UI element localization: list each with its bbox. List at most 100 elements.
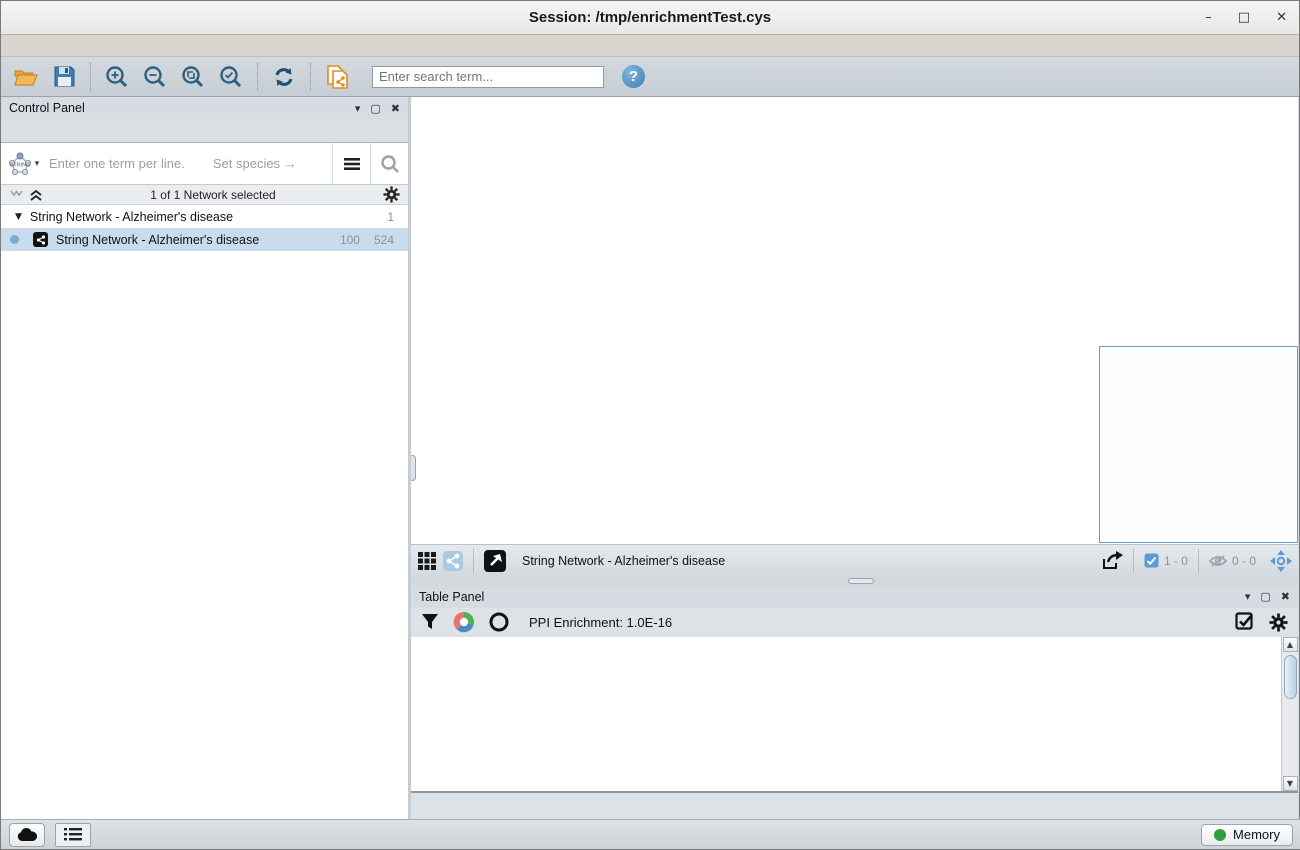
refresh-button[interactable] xyxy=(267,61,301,93)
scrollbar-thumb[interactable] xyxy=(1284,655,1297,699)
network-edge-count: 524 xyxy=(374,233,394,247)
string-query-placeholder[interactable]: Enter one term per line. xyxy=(49,156,185,171)
enrichment-toolbar: PPI Enrichment: 1.0E-16 xyxy=(411,608,1298,637)
open-folder-icon xyxy=(14,67,38,87)
list-icon xyxy=(64,828,82,841)
memory-status-dot xyxy=(1214,829,1226,841)
panel-splitter-grip[interactable] xyxy=(411,455,416,481)
tree-expander-icon[interactable]: ▼ xyxy=(15,212,22,222)
network-toolbar: String Network - Alzheimer's disease 1 -… xyxy=(411,544,1298,576)
help-button[interactable]: ? xyxy=(622,65,645,88)
question-mark-icon: ? xyxy=(629,68,638,85)
table-panel-title: Table Panel xyxy=(419,590,484,604)
status-bar: Memory xyxy=(1,819,1300,849)
birdseye-view[interactable] xyxy=(1099,346,1298,543)
export-network-icon[interactable] xyxy=(1101,551,1123,571)
toolbar-separator xyxy=(310,63,311,91)
memory-button[interactable]: Memory xyxy=(1201,824,1293,846)
main-toolbar: ? xyxy=(1,57,1299,97)
control-panel-header: Control Panel ▾ ▢ ✖ xyxy=(1,97,408,119)
task-history-button[interactable] xyxy=(9,823,45,847)
main-area: Control Panel ▾ ▢ ✖ STR xyxy=(1,97,1300,821)
memory-label: Memory xyxy=(1233,827,1280,842)
menu-bar xyxy=(1,35,1299,57)
string-logo-icon[interactable]: STRING ▾ xyxy=(1,151,45,177)
panel-float-icon[interactable]: ▢ xyxy=(1260,590,1270,603)
zoom-selected-button[interactable] xyxy=(214,61,248,93)
task-list-button[interactable] xyxy=(55,823,91,847)
import-network-button[interactable] xyxy=(320,61,354,93)
selection-count-label: 1 of 1 Network selected xyxy=(43,188,383,202)
svg-text:STRING: STRING xyxy=(10,162,30,168)
tree-empty-area xyxy=(1,251,408,821)
toolbar-separator xyxy=(1198,549,1199,573)
filter-icon[interactable] xyxy=(421,613,439,631)
chart-donut-icon[interactable] xyxy=(453,611,475,633)
chevron-down-icon: ▾ xyxy=(35,158,40,169)
enrichment-table xyxy=(411,637,1281,791)
string-query-bar: STRING ▾ Enter one term per line. Set sp… xyxy=(1,143,408,185)
network-node-count: 100 xyxy=(340,233,360,247)
collection-name: String Network - Alzheimer's disease xyxy=(30,210,233,224)
zoom-in-button[interactable] xyxy=(100,61,134,93)
settings-gear-icon[interactable] xyxy=(1269,613,1288,632)
splitter-grip[interactable] xyxy=(848,578,874,584)
expand-all-icon[interactable] xyxy=(29,189,43,201)
toolbar-separator xyxy=(473,549,474,573)
enrichment-table-body: ▲ ▼ xyxy=(411,637,1298,791)
remove-chart-icon[interactable] xyxy=(489,612,509,632)
table-panel: Table Panel ▾ ▢ ✖ PPI Enr xyxy=(411,586,1298,821)
import-network-icon xyxy=(324,64,350,90)
search-icon xyxy=(380,154,400,174)
hamburger-icon xyxy=(343,157,361,171)
table-tabs xyxy=(411,791,1298,821)
grid-mode-icon[interactable] xyxy=(417,551,437,571)
close-button[interactable]: ✕ xyxy=(1276,10,1287,25)
string-app-icon xyxy=(33,232,48,247)
collapse-all-icon[interactable] xyxy=(9,189,23,201)
network-canvas[interactable] xyxy=(411,97,1298,544)
network-collection-row[interactable]: ▼ String Network - Alzheimer's disease 1 xyxy=(1,205,408,228)
open-session-button[interactable] xyxy=(9,61,43,93)
selected-count-label: 1 - 0 xyxy=(1164,554,1188,568)
minimize-button[interactable]: – xyxy=(1205,10,1212,25)
search-input[interactable] xyxy=(372,66,604,88)
zoom-out-icon xyxy=(143,65,167,89)
control-panel-title: Control Panel xyxy=(9,101,85,115)
hidden-count-label: 0 - 0 xyxy=(1232,554,1256,568)
cloud-icon xyxy=(17,828,37,842)
gear-icon[interactable] xyxy=(383,186,400,203)
panel-close-icon[interactable]: ✖ xyxy=(391,102,400,115)
control-panel: Control Panel ▾ ▢ ✖ STR xyxy=(1,97,411,821)
ppi-enrichment-label: PPI Enrichment: 1.0E-16 xyxy=(529,615,1221,630)
network-name: String Network - Alzheimer's disease xyxy=(56,233,259,247)
table-panel-header: Table Panel ▾ ▢ ✖ xyxy=(411,586,1298,608)
panel-menu-icon[interactable]: ▾ xyxy=(355,102,361,115)
table-vertical-scrollbar[interactable]: ▲ ▼ xyxy=(1281,637,1298,791)
select-columns-icon[interactable] xyxy=(1235,612,1255,632)
refresh-icon xyxy=(272,65,296,89)
panel-menu-icon[interactable]: ▾ xyxy=(1245,590,1251,603)
share-view-icon[interactable] xyxy=(443,551,463,571)
scroll-up-arrow[interactable]: ▲ xyxy=(1283,637,1298,652)
collection-count: 1 xyxy=(387,210,394,224)
toolbar-separator xyxy=(1133,549,1134,573)
string-search-button[interactable] xyxy=(370,143,408,185)
scroll-down-arrow[interactable]: ▼ xyxy=(1283,776,1298,791)
string-options-button[interactable] xyxy=(332,143,370,185)
open-in-window-icon[interactable] xyxy=(484,550,506,572)
toolbar-separator xyxy=(257,63,258,91)
save-session-button[interactable] xyxy=(47,61,81,93)
horizontal-splitter[interactable] xyxy=(411,576,1298,586)
maximize-button[interactable]: □ xyxy=(1238,10,1250,25)
zoom-fit-button[interactable] xyxy=(176,61,210,93)
set-species-label[interactable]: Set species → xyxy=(213,156,332,171)
panel-close-icon[interactable]: ✖ xyxy=(1281,590,1290,603)
zoom-fit-icon xyxy=(181,65,205,89)
panel-float-icon[interactable]: ▢ xyxy=(370,102,380,115)
zoom-out-button[interactable] xyxy=(138,61,172,93)
navigator-icon[interactable] xyxy=(1270,550,1292,572)
network-tree: ▼ String Network - Alzheimer's disease 1… xyxy=(1,205,408,251)
selected-checkbox-icon xyxy=(1144,553,1159,568)
network-row[interactable]: String Network - Alzheimer's disease 100… xyxy=(1,228,408,251)
